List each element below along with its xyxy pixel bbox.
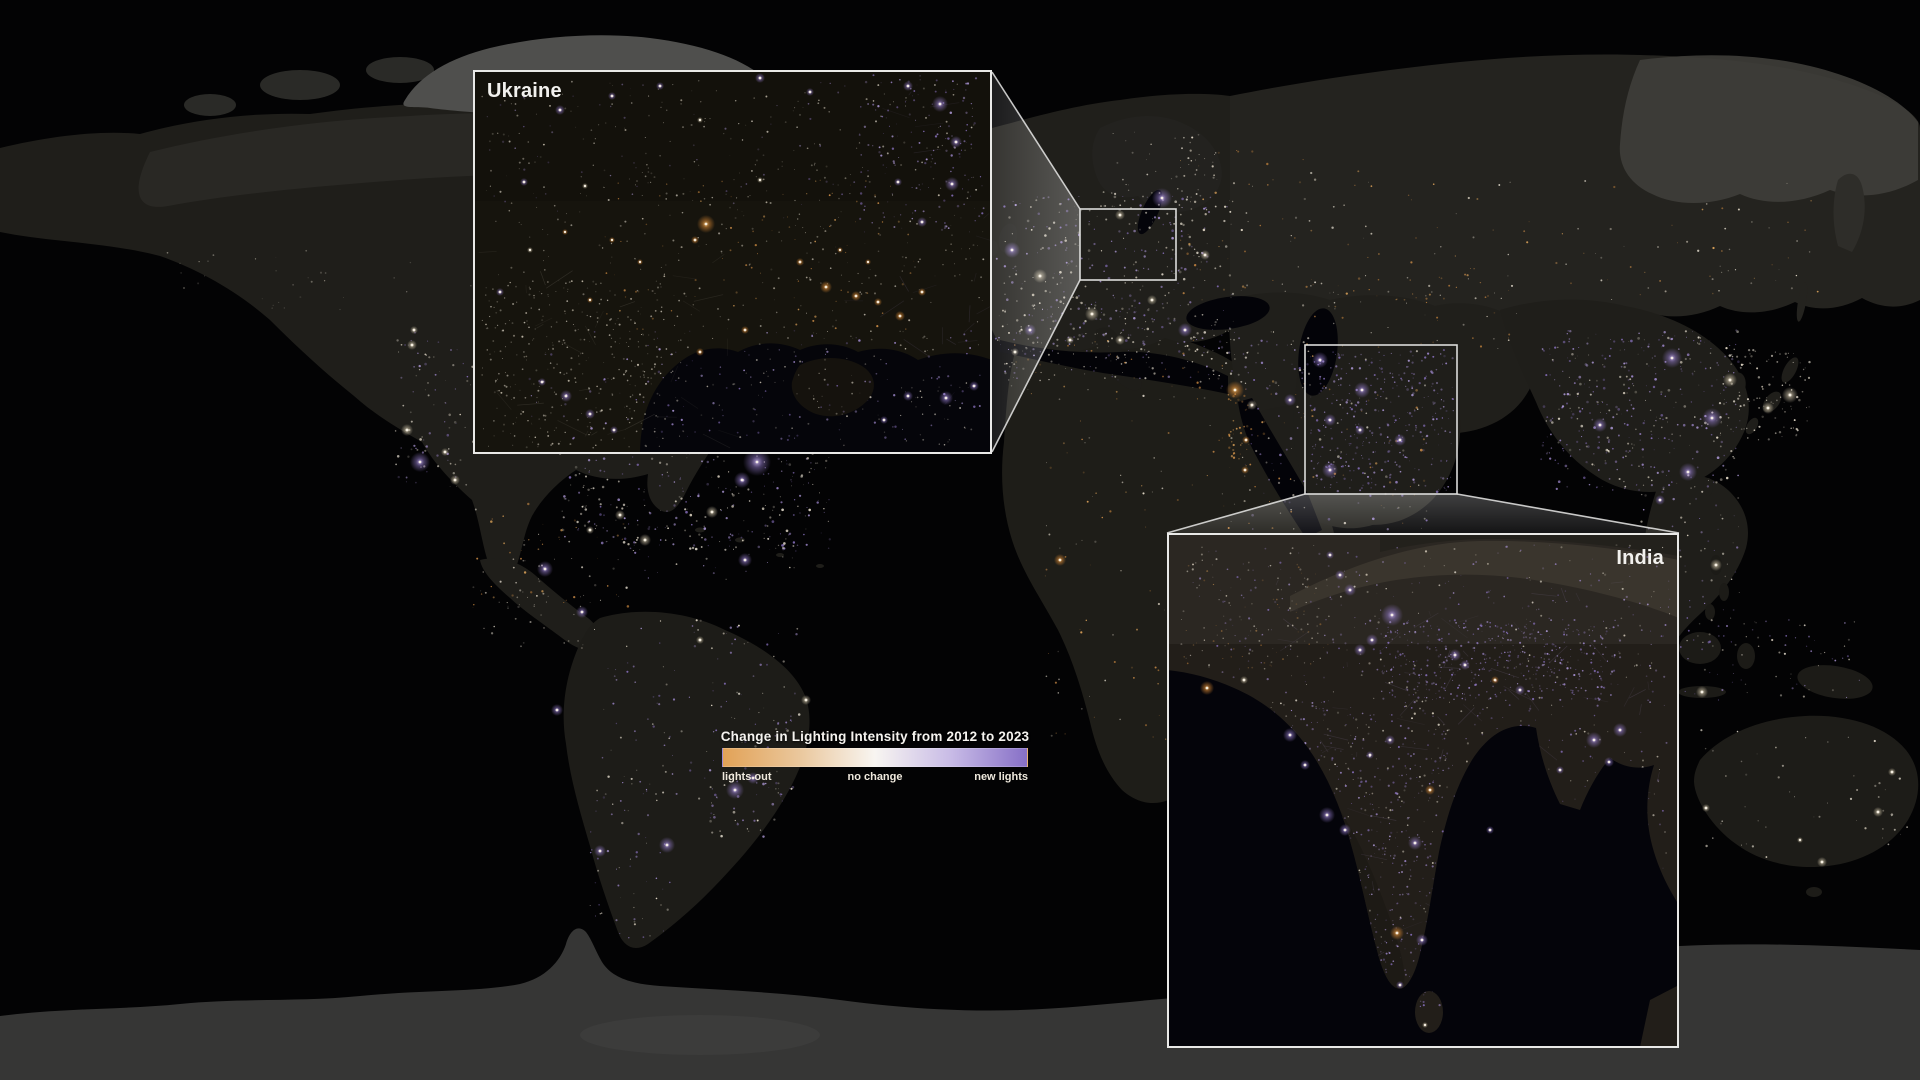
legend-gradient-bar: [722, 748, 1028, 767]
inset-ukraine-label: Ukraine: [487, 80, 562, 102]
inset-ukraine: Ukraine: [474, 71, 1007, 455]
legend-label-new-lights: new lights: [974, 771, 1028, 783]
legend-title: Change in Lighting Intensity from 2012 t…: [662, 729, 1088, 744]
inset-india: India: [1168, 534, 1679, 1047]
world-map-canvas: Ukraine India: [0, 0, 1920, 1080]
inset-india-label: India: [1616, 547, 1664, 569]
night-lights-change-map: Ukraine India Change in Lighting Intensi…: [0, 0, 1920, 1080]
